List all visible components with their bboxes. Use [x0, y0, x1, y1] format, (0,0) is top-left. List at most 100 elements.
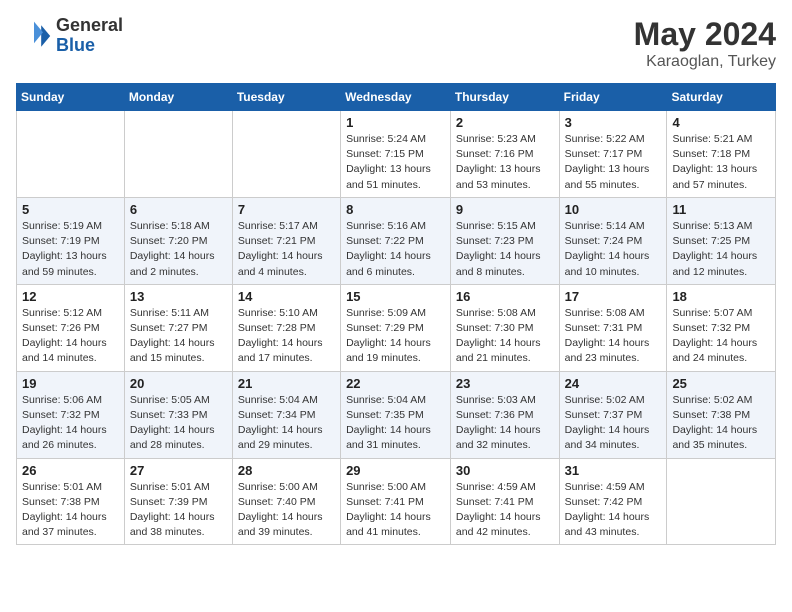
- day-info: Sunrise: 5:01 AMSunset: 7:38 PMDaylight:…: [22, 480, 119, 541]
- day-number: 27: [130, 463, 227, 478]
- day-number: 20: [130, 376, 227, 391]
- day-info: Sunrise: 5:08 AMSunset: 7:30 PMDaylight:…: [456, 306, 554, 367]
- day-info: Sunrise: 5:22 AMSunset: 7:17 PMDaylight:…: [565, 132, 662, 193]
- day-number: 1: [346, 115, 445, 130]
- weekday-header-thursday: Thursday: [450, 84, 559, 111]
- day-cell: 8 Sunrise: 5:16 AMSunset: 7:22 PMDaylight…: [341, 197, 451, 284]
- logo-icon: [16, 18, 52, 54]
- day-cell: 6 Sunrise: 5:18 AMSunset: 7:20 PMDaylight…: [124, 197, 232, 284]
- day-cell: 23Sunrise: 5:03 AMSunset: 7:36 PMDayligh…: [450, 371, 559, 458]
- day-number: 2: [456, 115, 554, 130]
- day-cell: 29 Sunrise: 5:00 AMSunset: 7:41 PMDayligh…: [341, 458, 451, 545]
- day-cell: 20 Sunrise: 5:05 AMSunset: 7:33 PMDayligh…: [124, 371, 232, 458]
- day-info: Sunrise: 4:59 AMSunset: 7:41 PMDaylight:…: [456, 480, 554, 541]
- day-cell: 3Sunrise: 5:22 AMSunset: 7:17 PMDaylight…: [559, 111, 667, 198]
- day-number: 5: [22, 202, 119, 217]
- day-info: Sunrise: 5:24 AMSunset: 7:15 PMDaylight:…: [346, 132, 445, 193]
- day-cell: 19 Sunrise: 5:06 AMSunset: 7:32 PMDayligh…: [17, 371, 125, 458]
- day-number: 28: [238, 463, 335, 478]
- day-info: Sunrise: 5:09 AMSunset: 7:29 PMDaylight:…: [346, 306, 445, 367]
- logo: General Blue: [16, 16, 123, 56]
- day-number: 18: [672, 289, 770, 304]
- day-info: Sunrise: 5:02 AMSunset: 7:38 PMDaylight:…: [672, 393, 770, 454]
- day-number: 24: [565, 376, 662, 391]
- day-info: Sunrise: 5:16 AMSunset: 7:22 PMDaylight:…: [346, 219, 445, 280]
- day-number: 11: [672, 202, 770, 217]
- day-cell: 14Sunrise: 5:10 AMSunset: 7:28 PMDayligh…: [232, 284, 340, 371]
- day-cell: [232, 111, 340, 198]
- weekday-header-saturday: Saturday: [667, 84, 776, 111]
- day-info: Sunrise: 5:02 AMSunset: 7:37 PMDaylight:…: [565, 393, 662, 454]
- day-cell: 28 Sunrise: 5:00 AMSunset: 7:40 PMDayligh…: [232, 458, 340, 545]
- day-number: 21: [238, 376, 335, 391]
- day-info: Sunrise: 5:00 AMSunset: 7:40 PMDaylight:…: [238, 480, 335, 541]
- day-number: 31: [565, 463, 662, 478]
- day-info: Sunrise: 5:05 AMSunset: 7:33 PMDaylight:…: [130, 393, 227, 454]
- day-cell: 25 Sunrise: 5:02 AMSunset: 7:38 PMDayligh…: [667, 371, 776, 458]
- day-info: Sunrise: 5:11 AMSunset: 7:27 PMDaylight:…: [130, 306, 227, 367]
- day-number: 29: [346, 463, 445, 478]
- day-info: Sunrise: 5:17 AMSunset: 7:21 PMDaylight:…: [238, 219, 335, 280]
- day-number: 23: [456, 376, 554, 391]
- logo-blue: Blue: [56, 36, 123, 56]
- day-info: Sunrise: 5:10 AMSunset: 7:28 PMDaylight:…: [238, 306, 335, 367]
- weekday-header-friday: Friday: [559, 84, 667, 111]
- day-cell: 27 Sunrise: 5:01 AMSunset: 7:39 PMDayligh…: [124, 458, 232, 545]
- day-number: 16: [456, 289, 554, 304]
- day-info: Sunrise: 5:21 AMSunset: 7:18 PMDaylight:…: [672, 132, 770, 193]
- day-info: Sunrise: 5:01 AMSunset: 7:39 PMDaylight:…: [130, 480, 227, 541]
- day-info: Sunrise: 5:23 AMSunset: 7:16 PMDaylight:…: [456, 132, 554, 193]
- day-info: Sunrise: 5:00 AMSunset: 7:41 PMDaylight:…: [346, 480, 445, 541]
- weekday-header-row: SundayMondayTuesdayWednesdayThursdayFrid…: [17, 84, 776, 111]
- day-number: 4: [672, 115, 770, 130]
- day-cell: 7 Sunrise: 5:17 AMSunset: 7:21 PMDaylight…: [232, 197, 340, 284]
- day-number: 22: [346, 376, 445, 391]
- day-number: 15: [346, 289, 445, 304]
- location: Karaoglan, Turkey: [634, 53, 776, 71]
- day-info: Sunrise: 5:12 AMSunset: 7:26 PMDaylight:…: [22, 306, 119, 367]
- day-cell: 21 Sunrise: 5:04 AMSunset: 7:34 PMDayligh…: [232, 371, 340, 458]
- weekday-header-sunday: Sunday: [17, 84, 125, 111]
- day-cell: 4 Sunrise: 5:21 AMSunset: 7:18 PMDaylight…: [667, 111, 776, 198]
- day-number: 30: [456, 463, 554, 478]
- day-number: 8: [346, 202, 445, 217]
- day-cell: 1 Sunrise: 5:24 AMSunset: 7:15 PMDaylight…: [341, 111, 451, 198]
- day-cell: 13 Sunrise: 5:11 AMSunset: 7:27 PMDayligh…: [124, 284, 232, 371]
- day-number: 25: [672, 376, 770, 391]
- day-number: 17: [565, 289, 662, 304]
- week-row-1: 1 Sunrise: 5:24 AMSunset: 7:15 PMDaylight…: [17, 111, 776, 198]
- weekday-header-monday: Monday: [124, 84, 232, 111]
- day-number: 13: [130, 289, 227, 304]
- month-title: May 2024: [634, 16, 776, 53]
- day-info: Sunrise: 5:06 AMSunset: 7:32 PMDaylight:…: [22, 393, 119, 454]
- day-cell: 18 Sunrise: 5:07 AMSunset: 7:32 PMDayligh…: [667, 284, 776, 371]
- day-number: 7: [238, 202, 335, 217]
- day-info: Sunrise: 4:59 AMSunset: 7:42 PMDaylight:…: [565, 480, 662, 541]
- day-cell: 16 Sunrise: 5:08 AMSunset: 7:30 PMDayligh…: [450, 284, 559, 371]
- day-cell: 30 Sunrise: 4:59 AMSunset: 7:41 PMDayligh…: [450, 458, 559, 545]
- day-info: Sunrise: 5:19 AMSunset: 7:19 PMDaylight:…: [22, 219, 119, 280]
- day-cell: 26Sunrise: 5:01 AMSunset: 7:38 PMDayligh…: [17, 458, 125, 545]
- day-info: Sunrise: 5:14 AMSunset: 7:24 PMDaylight:…: [565, 219, 662, 280]
- day-cell: [124, 111, 232, 198]
- day-info: Sunrise: 5:15 AMSunset: 7:23 PMDaylight:…: [456, 219, 554, 280]
- day-info: Sunrise: 5:13 AMSunset: 7:25 PMDaylight:…: [672, 219, 770, 280]
- day-cell: 10 Sunrise: 5:14 AMSunset: 7:24 PMDayligh…: [559, 197, 667, 284]
- day-info: Sunrise: 5:07 AMSunset: 7:32 PMDaylight:…: [672, 306, 770, 367]
- page-header: General Blue May 2024 Karaoglan, Turkey: [16, 16, 776, 71]
- day-number: 6: [130, 202, 227, 217]
- day-cell: 5 Sunrise: 5:19 AMSunset: 7:19 PMDaylight…: [17, 197, 125, 284]
- day-number: 9: [456, 202, 554, 217]
- day-cell: [667, 458, 776, 545]
- day-cell: 31 Sunrise: 4:59 AMSunset: 7:42 PMDayligh…: [559, 458, 667, 545]
- day-info: Sunrise: 5:04 AMSunset: 7:34 PMDaylight:…: [238, 393, 335, 454]
- day-info: Sunrise: 5:18 AMSunset: 7:20 PMDaylight:…: [130, 219, 227, 280]
- day-info: Sunrise: 5:08 AMSunset: 7:31 PMDaylight:…: [565, 306, 662, 367]
- day-cell: 24 Sunrise: 5:02 AMSunset: 7:37 PMDayligh…: [559, 371, 667, 458]
- day-cell: 15 Sunrise: 5:09 AMSunset: 7:29 PMDayligh…: [341, 284, 451, 371]
- week-row-3: 12Sunrise: 5:12 AMSunset: 7:26 PMDayligh…: [17, 284, 776, 371]
- week-row-4: 19 Sunrise: 5:06 AMSunset: 7:32 PMDayligh…: [17, 371, 776, 458]
- day-number: 10: [565, 202, 662, 217]
- day-number: 19: [22, 376, 119, 391]
- day-cell: 12Sunrise: 5:12 AMSunset: 7:26 PMDayligh…: [17, 284, 125, 371]
